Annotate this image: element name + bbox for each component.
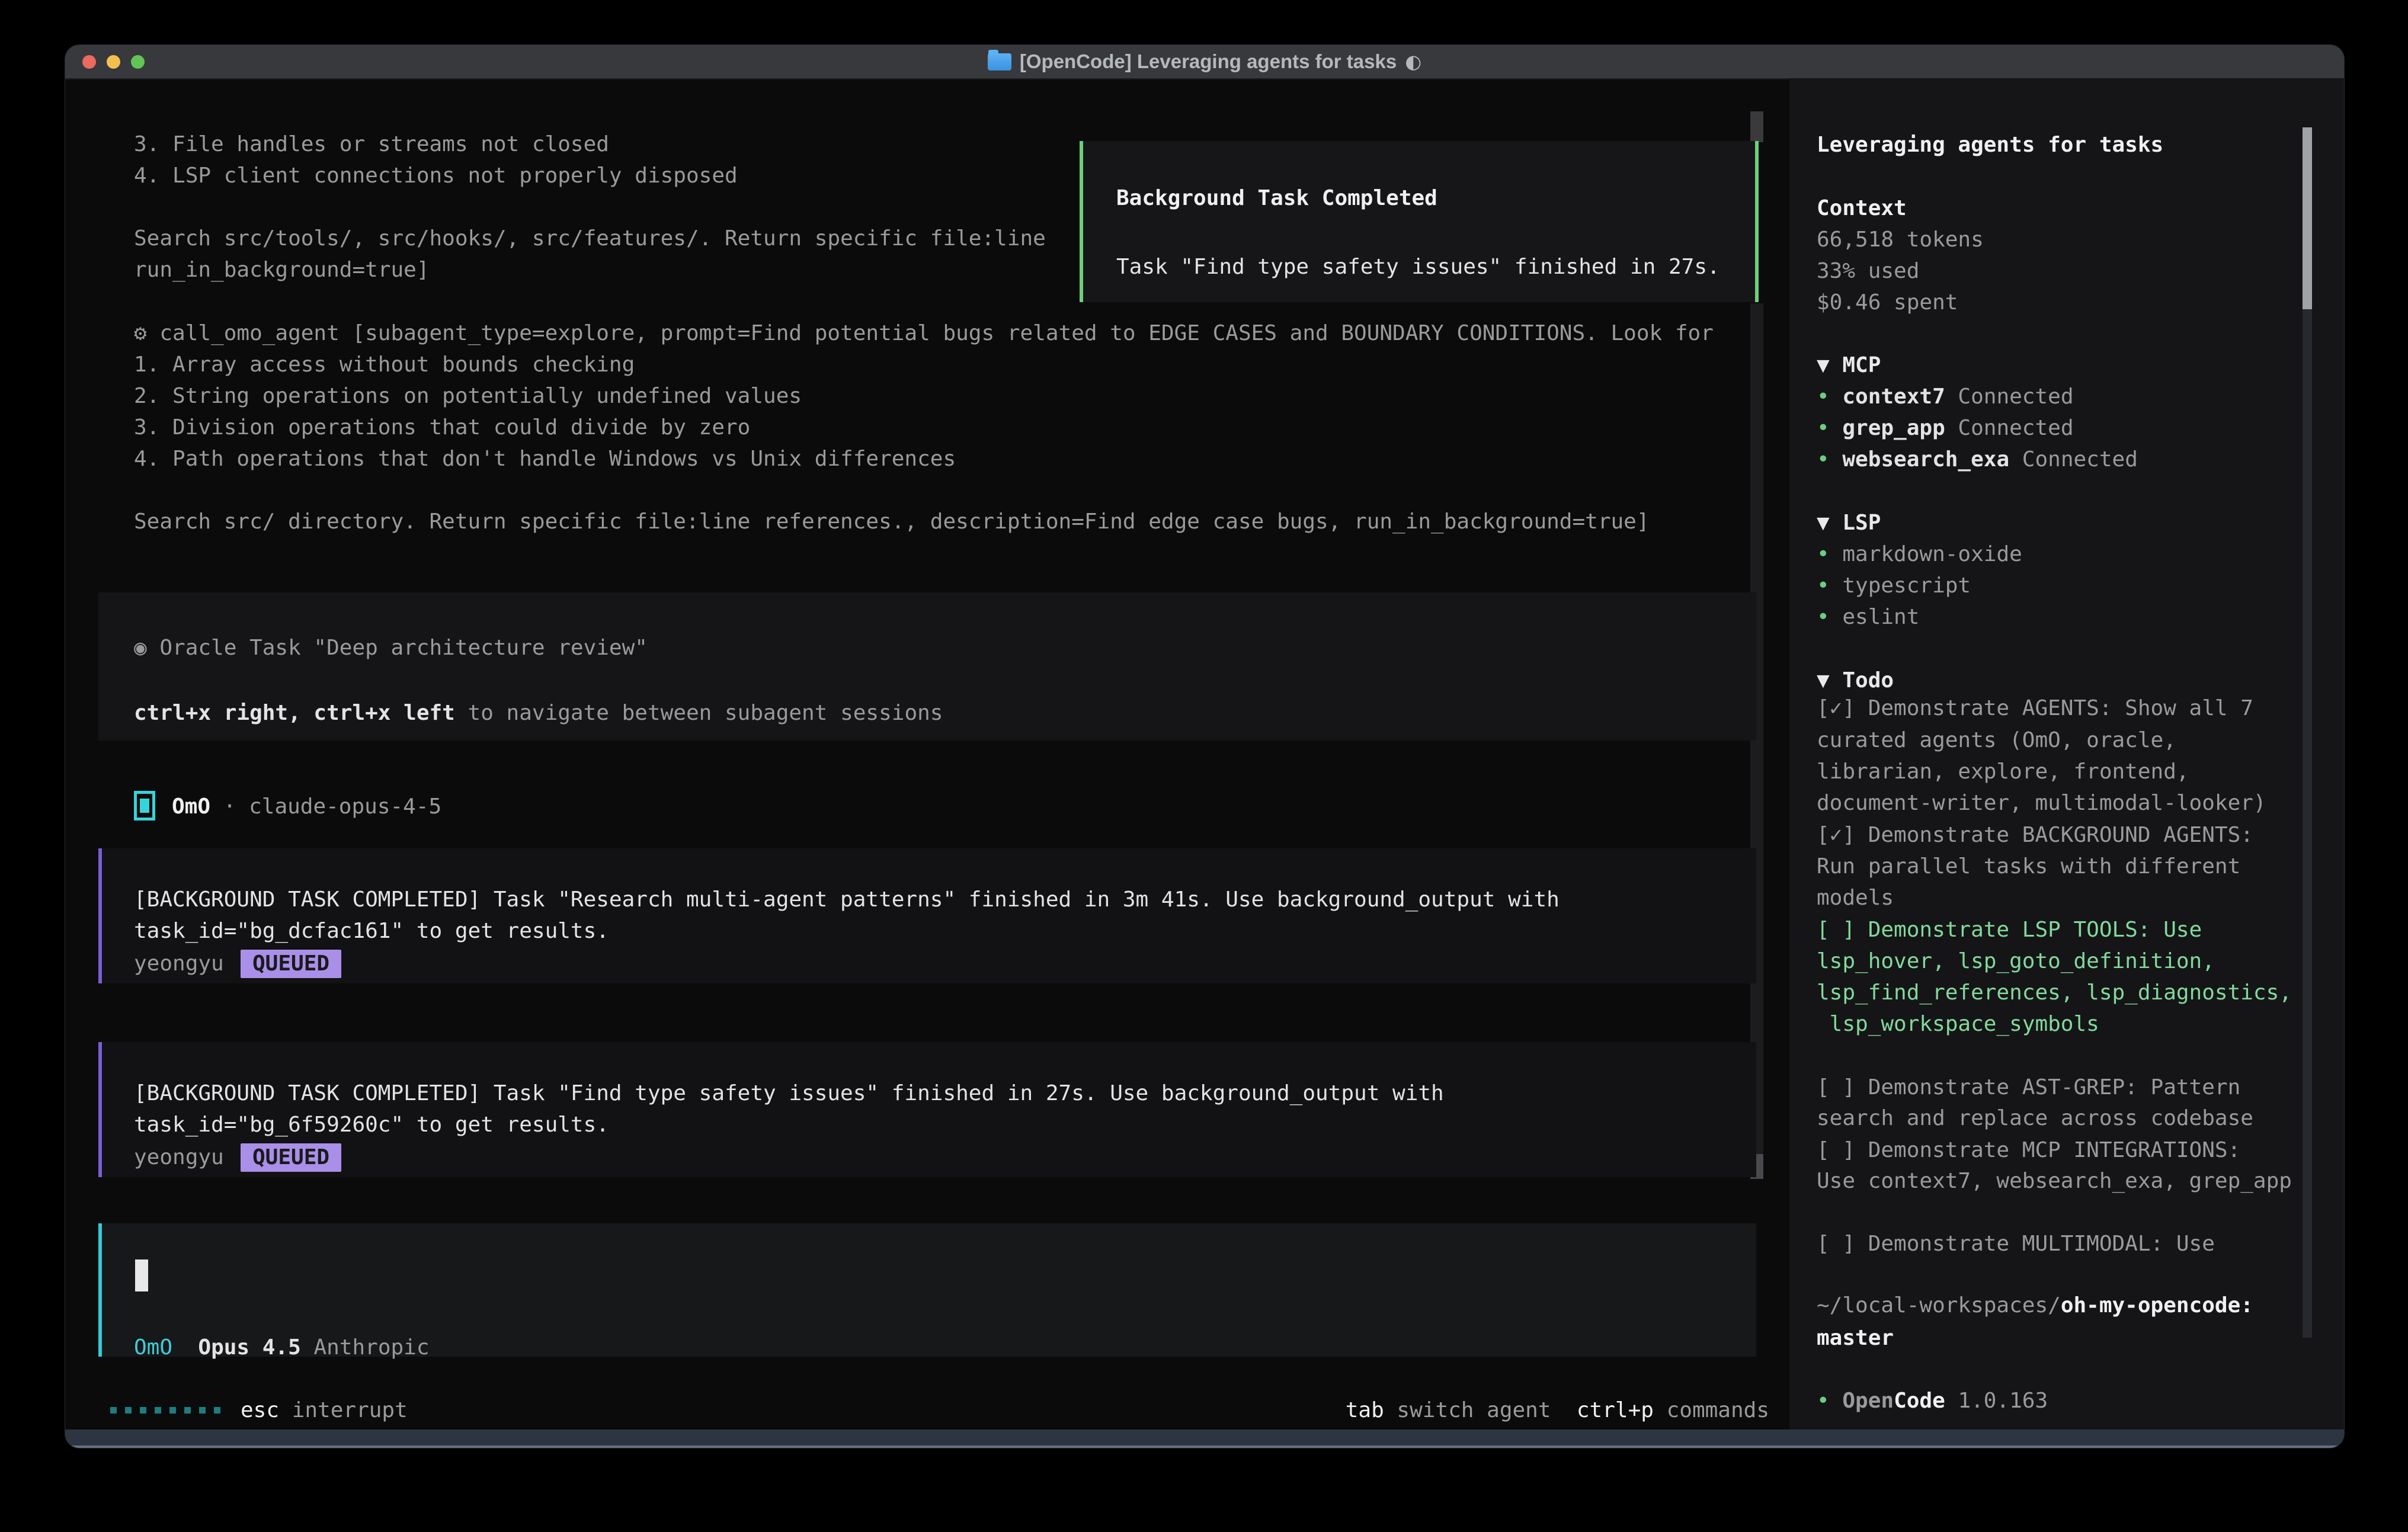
todo-line-done: document-writer, multimodal-looker) xyxy=(1817,787,2266,819)
lsp-item: • eslint xyxy=(1817,601,1919,633)
toast-body: Task "Find type safety issues" finished … xyxy=(1116,251,1720,283)
text-cursor xyxy=(135,1259,148,1291)
sidebar-scrollbar-track[interactable] xyxy=(2303,309,2312,1338)
context-tokens: 66,518 tokens xyxy=(1817,224,1984,255)
todo-line-pending: Use context7, websearch_exa, grep_app xyxy=(1817,1165,2292,1197)
todo-line-done: [✓] Demonstrate BACKGROUND AGENTS: xyxy=(1817,819,2253,851)
app-window: [OpenCode] Leveraging agents for tasks ◐… xyxy=(65,45,2344,1448)
main-scrollbar-thumb-top[interactable] xyxy=(1750,111,1763,142)
tool-call-line: ⚙ call_omo_agent [subagent_type=explore,… xyxy=(134,318,1714,349)
input-agent-name[interactable]: OmO xyxy=(134,1335,172,1360)
oracle-task-hint: ctrl+x right, ctrl+x left to navigate be… xyxy=(134,697,943,729)
mcp-item: • grep_app Connected xyxy=(1817,412,2074,444)
lsp-item: • typescript xyxy=(1817,570,1971,601)
todo-line-active: lsp_hover, lsp_goto_definition, xyxy=(1817,946,2215,977)
agent-separator: · xyxy=(223,794,236,819)
esc-shortcut-label: interrupt xyxy=(279,1395,408,1426)
workspace-path: ~/local-workspaces/oh-my-opencode: xyxy=(1817,1290,2253,1321)
todo-line-pending: [ ] Demonstrate MULTIMODAL: Use xyxy=(1817,1228,2215,1259)
task-message-line: [BACKGROUND TASK COMPLETED] Task "Find t… xyxy=(134,1078,1444,1109)
folder-icon xyxy=(988,53,1011,70)
task-message-line: task_id="bg_dcfac161" to get results. xyxy=(134,915,609,947)
status-dot-icon: • xyxy=(1817,447,1842,472)
todo-line-active: [ ] Demonstrate LSP TOOLS: Use xyxy=(1817,914,2202,946)
moon-icon: ◐ xyxy=(1405,50,1421,73)
window-title-group: [OpenCode] Leveraging agents for tasks ◐ xyxy=(65,45,2344,78)
status-dot-icon: • xyxy=(1817,1389,1842,1413)
status-dot-icon: • xyxy=(1817,384,1842,409)
agent-name: OmO xyxy=(172,794,210,819)
status-badge: QUEUED xyxy=(241,950,341,978)
context-used: 33% used xyxy=(1817,255,1919,287)
oracle-hint-text: to navigate between subagent sessions xyxy=(455,701,943,725)
status-bar: esc interrupt tab switch agent ctrl+p co… xyxy=(110,1395,1769,1426)
tool-call-line: 2. String operations on potentially unde… xyxy=(134,380,802,412)
agent-model: claude-opus-4-5 xyxy=(249,794,441,819)
task-message-user: yeongyu xyxy=(134,1142,224,1173)
spinner-icon xyxy=(110,1407,220,1414)
chat-line: 3. File handles or streams not closed xyxy=(134,129,609,160)
mcp-item: • websearch_exa Connected xyxy=(1817,444,2138,475)
todo-line-done: [✓] Demonstrate AGENTS: Show all 7 xyxy=(1817,693,2253,724)
mcp-item: • context7 Connected xyxy=(1817,381,2074,412)
mcp-section-header[interactable]: ▼ MCP xyxy=(1817,350,1881,381)
task-message-user: yeongyu xyxy=(134,948,224,979)
context-spent: $0.46 spent xyxy=(1817,287,1958,318)
todo-line-active: lsp_find_references, lsp_diagnostics, xyxy=(1817,977,2292,1008)
todo-line-pending: [ ] Demonstrate AST-GREP: Pattern xyxy=(1817,1072,2240,1103)
window-titlebar[interactable]: [OpenCode] Leveraging agents for tasks ◐ xyxy=(65,45,2344,79)
task-message-line: [BACKGROUND TASK COMPLETED] Task "Resear… xyxy=(134,884,1560,915)
input-provider-name: Anthropic xyxy=(313,1335,429,1360)
version-number: 1.0.163 xyxy=(1945,1389,2048,1413)
ctrlp-shortcut-label: commands xyxy=(1654,1395,1769,1426)
sidebar-scrollbar-thumb[interactable] xyxy=(2303,127,2312,309)
todo-line-done: curated agents (OmO, oracle, xyxy=(1817,725,2176,756)
version-row: • OpenCode 1.0.163 xyxy=(1817,1385,2048,1416)
todo-line-pending: [ ] Demonstrate MCP INTEGRATIONS: xyxy=(1817,1134,2240,1166)
status-dot-icon: • xyxy=(1817,416,1842,440)
todo-line-active: lsp_workspace_symbols xyxy=(1817,1008,2099,1040)
chat-line: 4. LSP client connections not properly d… xyxy=(134,160,738,191)
tool-call-line: 4. Path operations that don't handle Win… xyxy=(134,443,956,475)
model-row: OmO Opus 4.5 Anthropic xyxy=(134,1332,430,1363)
status-dot-icon: • xyxy=(1817,605,1842,629)
window-title: [OpenCode] Leveraging agents for tasks xyxy=(1020,50,1397,73)
agent-icon xyxy=(134,791,155,821)
todo-section-header[interactable]: ▼ Todo xyxy=(1817,665,1894,696)
tool-call-line: 1. Array access without bounds checking xyxy=(134,349,635,380)
brand-code: Code xyxy=(1894,1389,1945,1413)
background-task-toast: Background Task Completed Task "Find typ… xyxy=(1080,141,1759,302)
tab-shortcut: tab xyxy=(1346,1395,1384,1426)
brand-open: Open xyxy=(1842,1389,1894,1413)
status-dot-icon: • xyxy=(1817,542,1842,566)
window-bottom-edge xyxy=(65,1430,2344,1448)
oracle-task-box: ◉ Oracle Task "Deep architecture review"… xyxy=(98,592,1756,741)
ctrlp-shortcut: ctrl+p xyxy=(1577,1395,1654,1426)
todo-line-done: Run parallel tasks with different xyxy=(1817,851,2240,882)
task-message-line: task_id="bg_6f59260c" to get results. xyxy=(134,1109,609,1140)
lsp-item: • markdown-oxide xyxy=(1817,539,2022,570)
lsp-section-header[interactable]: ▼ LSP xyxy=(1817,507,1881,539)
todo-line-pending: search and replace across codebase xyxy=(1817,1102,2253,1134)
status-dot-icon: • xyxy=(1817,573,1842,598)
context-heading: Context xyxy=(1817,193,1907,224)
chat-line: run_in_background=true] xyxy=(134,254,430,286)
tab-shortcut-label: switch agent xyxy=(1384,1395,1551,1426)
tool-call-line: Search src/ directory. Return specific f… xyxy=(134,506,1650,537)
input-model-name[interactable]: Opus 4.5 xyxy=(198,1335,300,1360)
workspace-branch: master xyxy=(1817,1322,1894,1354)
toast-title: Background Task Completed xyxy=(1116,182,1437,214)
oracle-hint-keys: ctrl+x right, ctrl+x left xyxy=(134,701,455,725)
todo-line-done: librarian, explore, frontend, xyxy=(1817,756,2189,787)
oracle-task-title: ◉ Oracle Task "Deep architecture review" xyxy=(134,632,648,664)
todo-line-done: models xyxy=(1817,882,1894,914)
session-sidebar: Leveraging agents for tasks Context 66,5… xyxy=(1789,78,2344,1430)
session-title: Leveraging agents for tasks xyxy=(1817,129,2163,161)
agent-header: OmO · claude-opus-4-5 xyxy=(172,791,441,822)
tool-call-line: 3. Division operations that could divide… xyxy=(134,412,750,443)
chat-line: Search src/tools/, src/hooks/, src/featu… xyxy=(134,223,1046,254)
status-badge: QUEUED xyxy=(241,1143,341,1172)
esc-shortcut: esc xyxy=(241,1395,279,1426)
